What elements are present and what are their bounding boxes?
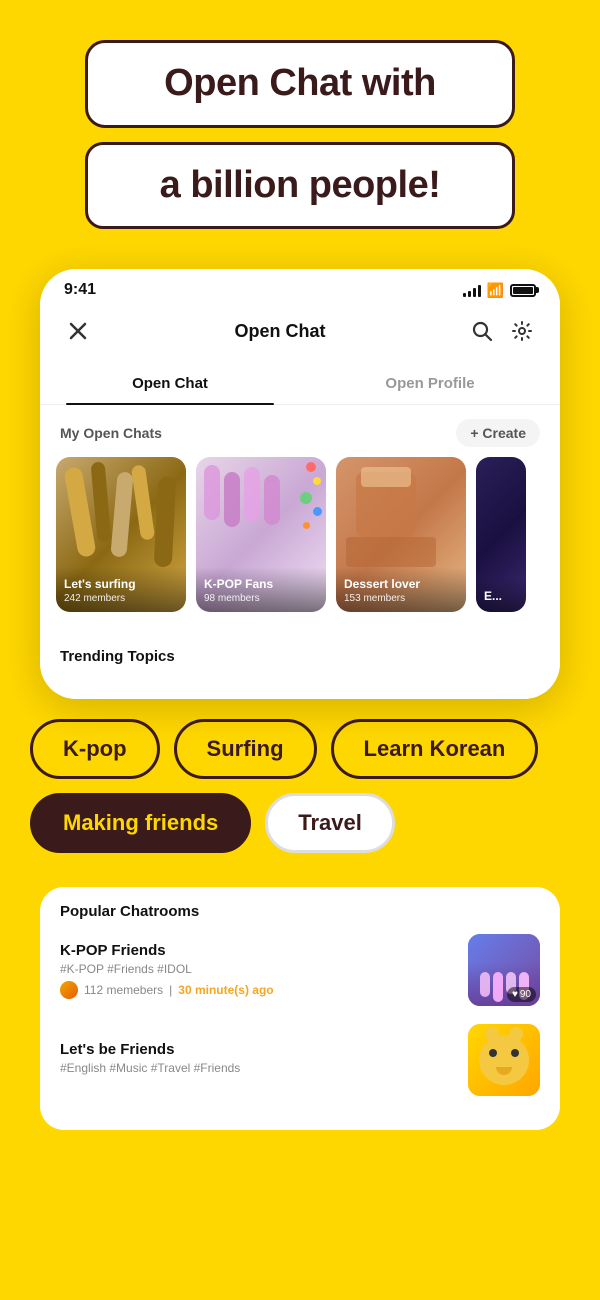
- app-header: Open Chat: [40, 305, 560, 363]
- chatroom-thumb-friends: [468, 1024, 540, 1096]
- speech-bubble-2: a billion people!: [85, 142, 515, 230]
- chat-thumbnails: Let's surfing 242 members: [40, 457, 560, 632]
- pills-row-2: Making friends Travel: [30, 793, 570, 853]
- phone-wrapper: 9:41 📶 Ope: [0, 259, 600, 699]
- extra-chat-name: E...: [484, 589, 518, 605]
- create-button[interactable]: + Create: [456, 419, 540, 447]
- tab-open-chat[interactable]: Open Chat: [40, 363, 300, 404]
- trending-section: Trending Topics: [40, 632, 560, 699]
- chatroom-members-kpop: 112 memebers: [84, 983, 163, 997]
- heart-badge-kpop: ♥ 90: [507, 987, 536, 1002]
- close-button[interactable]: [60, 313, 96, 349]
- pills-row-1: K-pop Surfing Learn Korean: [30, 719, 570, 779]
- tab-open-profile[interactable]: Open Profile: [300, 363, 560, 404]
- pill-travel[interactable]: Travel: [265, 793, 395, 853]
- chatroom-item-kpop-friends[interactable]: K-POP Friends #K-POP #Friends #IDOL 112 …: [60, 934, 540, 1006]
- dessert-chat-name: Dessert lover: [344, 577, 458, 593]
- popular-title: Popular Chatrooms: [60, 903, 540, 920]
- chatroom-tags-kpop: #K-POP #Friends #IDOL: [60, 962, 454, 976]
- kpop-chat-members: 98 members: [204, 593, 318, 604]
- signal-icon: [463, 283, 481, 297]
- chat-thumb-kpop[interactable]: K-POP Fans 98 members: [196, 457, 326, 612]
- my-open-chats-header: My Open Chats + Create: [40, 405, 560, 457]
- status-icons: 📶: [463, 282, 536, 299]
- pill-making-friends[interactable]: Making friends: [30, 793, 251, 853]
- surfing-chat-members: 242 members: [64, 593, 178, 604]
- hero-line-1: Open Chat with: [128, 61, 472, 107]
- wifi-icon: 📶: [487, 282, 504, 299]
- status-bar: 9:41 📶: [40, 269, 560, 305]
- pill-learn-korean[interactable]: Learn Korean: [331, 719, 539, 779]
- hero-line-2: a billion people!: [128, 163, 472, 209]
- kpop-chat-name: K-POP Fans: [204, 577, 318, 593]
- hero-section: Open Chat with a billion people!: [0, 0, 600, 259]
- chatroom-avatar-kpop: [60, 981, 78, 999]
- speech-bubble-1: Open Chat with: [85, 40, 515, 128]
- phone-mockup: 9:41 📶 Ope: [40, 269, 560, 699]
- header-title: Open Chat: [234, 321, 325, 342]
- chat-thumb-dessert[interactable]: Dessert lover 153 members: [336, 457, 466, 612]
- surfing-chat-name: Let's surfing: [64, 577, 178, 593]
- chatroom-time-kpop: 30 minute(s) ago: [178, 983, 273, 997]
- pill-surfing[interactable]: Surfing: [174, 719, 317, 779]
- chat-thumb-surfing[interactable]: Let's surfing 242 members: [56, 457, 186, 612]
- chatroom-name-friends: Let's be Friends: [60, 1041, 454, 1058]
- chat-thumb-extra[interactable]: E...: [476, 457, 526, 612]
- dessert-chat-members: 153 members: [344, 593, 458, 604]
- status-time: 9:41: [64, 281, 96, 299]
- trending-title: Trending Topics: [60, 648, 540, 665]
- chatroom-thumb-kpop: ♥ 90: [468, 934, 540, 1006]
- settings-button[interactable]: [504, 313, 540, 349]
- chatroom-name-kpop: K-POP Friends: [60, 942, 454, 959]
- tabs: Open Chat Open Profile: [40, 363, 560, 405]
- pills-section: K-pop Surfing Learn Korean Making friend…: [0, 699, 600, 887]
- chatroom-meta-kpop: 112 memebers | 30 minute(s) ago: [60, 981, 454, 999]
- popular-chatrooms-section: Popular Chatrooms K-POP Friends #K-POP #…: [40, 887, 560, 1130]
- header-actions: [464, 313, 540, 349]
- chatroom-item-lets-be-friends[interactable]: Let's be Friends #English #Music #Travel…: [60, 1024, 540, 1096]
- battery-icon: [510, 284, 536, 297]
- chatroom-tags-friends: #English #Music #Travel #Friends: [60, 1061, 454, 1075]
- pill-kpop[interactable]: K-pop: [30, 719, 160, 779]
- my-open-chats-label: My Open Chats: [60, 425, 162, 441]
- search-button[interactable]: [464, 313, 500, 349]
